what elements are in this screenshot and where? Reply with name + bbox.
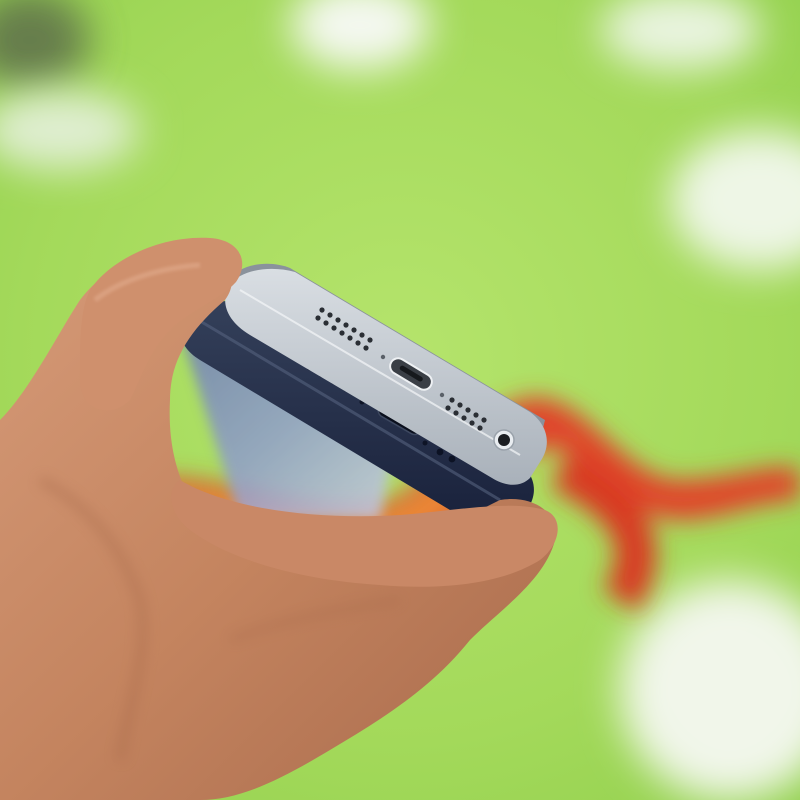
screw bbox=[380, 354, 386, 360]
screw bbox=[422, 440, 428, 446]
screw bbox=[439, 392, 445, 398]
photo-scene bbox=[0, 0, 800, 800]
